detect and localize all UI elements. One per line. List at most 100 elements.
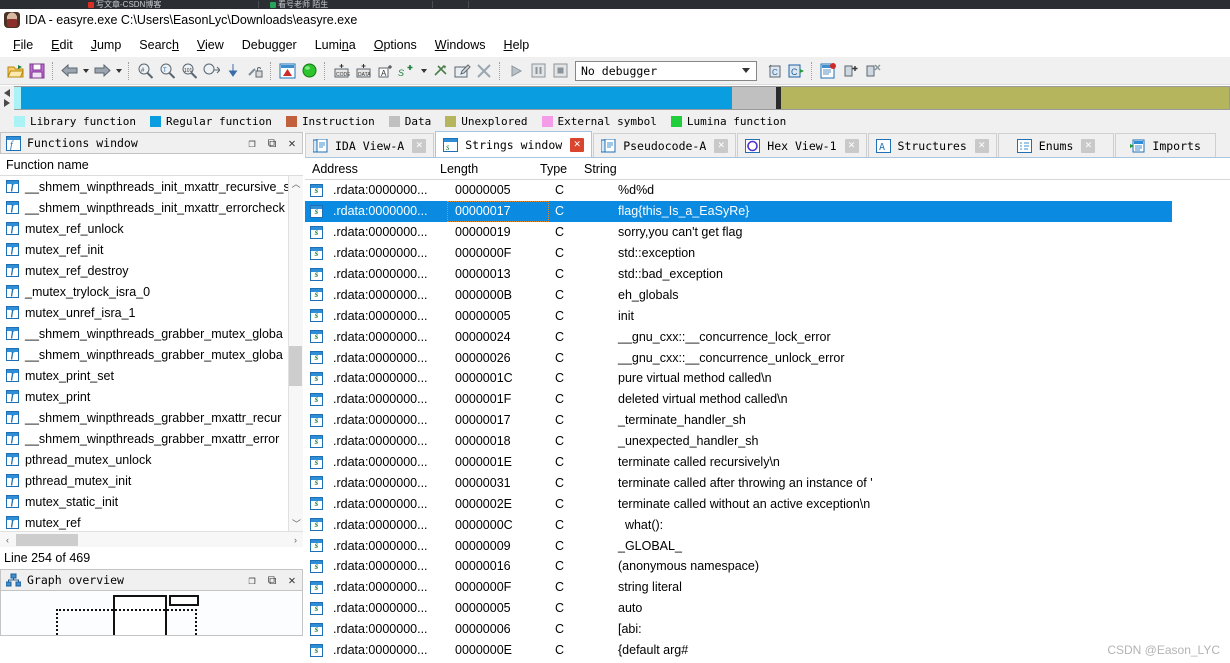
table-row[interactable]: s .rdata:0000000... 00000031 C terminate… [305, 472, 1230, 493]
tab-strings-window[interactable]: s Strings window ✕ [435, 131, 592, 157]
delete-function-icon[interactable] [473, 60, 495, 82]
menu-windows[interactable]: Windows [426, 35, 495, 55]
make-ascii-icon[interactable]: A [374, 60, 396, 82]
browser-tab[interactable]: 看号老师 陌生 [270, 0, 400, 9]
status-ok-icon[interactable] [298, 60, 320, 82]
functions-horizontal-scrollbar[interactable]: ‹ › [0, 531, 303, 547]
function-name-column-header[interactable]: Function name [0, 154, 303, 176]
restore-icon[interactable]: ⧉ [262, 571, 282, 589]
table-row[interactable]: s .rdata:0000000... 00000018 C _unexpect… [305, 431, 1230, 452]
table-row[interactable]: s .rdata:0000000... 00000006 C [abi: [305, 619, 1230, 640]
list-item[interactable]: fmutex_ref_unlock [0, 218, 303, 239]
list-item[interactable]: fmutex_print [0, 386, 303, 407]
list-item[interactable]: f__shmem_winpthreads_grabber_mutex_globa [0, 323, 303, 344]
close-icon[interactable]: ✕ [1081, 139, 1095, 153]
jump-down-icon[interactable] [222, 60, 244, 82]
save-file-icon[interactable] [26, 60, 48, 82]
list-item[interactable]: fmutex_print_set [0, 365, 303, 386]
list-item[interactable]: f__shmem_winpthreads_init_mxattr_recursi… [0, 176, 303, 197]
tab-pseudocode-a[interactable]: Pseudocode-A ✕ [593, 133, 736, 157]
column-header-address[interactable]: Address [305, 162, 433, 176]
edit-function-icon[interactable] [451, 60, 473, 82]
list-item[interactable]: fpthread_mutex_unlock [0, 449, 303, 470]
navband-scroll-arrows[interactable] [0, 86, 14, 110]
table-row[interactable]: s .rdata:0000000... 00000026 C __gnu_cxx… [305, 347, 1230, 368]
table-row[interactable]: s .rdata:0000000... 00000013 C std::bad_… [305, 264, 1230, 285]
scrollbar-thumb[interactable] [289, 346, 302, 386]
table-row[interactable]: s .rdata:0000000... 00000005 C auto [305, 598, 1230, 619]
menu-lumina[interactable]: Lumina [306, 35, 365, 55]
strings-table-body[interactable]: s .rdata:0000000... 00000005 C %d%d s .r… [305, 180, 1230, 663]
close-icon[interactable]: ✕ [975, 139, 989, 153]
tab-hex-view-1[interactable]: Hex View-1 ✕ [737, 133, 866, 157]
table-row[interactable]: s .rdata:0000000... 0000000C C what(): [305, 514, 1230, 535]
warnings-icon[interactable] [276, 60, 298, 82]
browser-tab[interactable]: 写文章-CSDN博客 [88, 0, 218, 9]
close-icon[interactable]: ✕ [714, 139, 728, 153]
table-row[interactable]: s .rdata:0000000... 0000002E C terminate… [305, 493, 1230, 514]
table-row[interactable]: s .rdata:0000000... 0000001F C deleted v… [305, 389, 1230, 410]
graph-viewport-rect[interactable] [56, 609, 197, 636]
list-item[interactable]: fmutex_unref_isra_1 [0, 302, 303, 323]
open-file-icon[interactable] [4, 60, 26, 82]
back-history-dropdown-icon[interactable] [80, 60, 91, 82]
close-icon[interactable]: ✕ [845, 139, 859, 153]
run-icon[interactable] [505, 60, 527, 82]
navband-right-arrow-icon[interactable] [4, 99, 10, 107]
table-row[interactable]: s .rdata:0000000... 0000000F C std::exce… [305, 243, 1230, 264]
list-item[interactable]: fmutex_static_init [0, 491, 303, 512]
menu-options[interactable]: Options [365, 35, 426, 55]
menu-debugger[interactable]: Debugger [233, 35, 306, 55]
column-header-string[interactable]: String [577, 162, 1230, 176]
graph-overview-canvas[interactable] [0, 591, 303, 636]
scroll-up-arrow-icon[interactable]: ︿ [289, 176, 303, 191]
debugger-select[interactable]: No debugger [575, 61, 757, 81]
search-hex-icon[interactable]: # [134, 60, 156, 82]
table-row[interactable]: s .rdata:0000000... 00000017 C flag{this… [305, 201, 1230, 222]
tab-ida-view-a[interactable]: IDA View-A ✕ [305, 133, 434, 157]
menu-help[interactable]: Help [495, 35, 539, 55]
table-row[interactable]: s .rdata:0000000... 0000000F C string li… [305, 577, 1230, 598]
list-item[interactable]: f__shmem_winpthreads_grabber_mxattr_recu… [0, 407, 303, 428]
navigation-band[interactable] [14, 86, 1230, 110]
column-header-length[interactable]: Length [433, 162, 533, 176]
scrollbar-thumb[interactable] [16, 534, 78, 546]
attach-process-icon[interactable]: C [785, 60, 807, 82]
add-breakpoint-icon[interactable] [839, 60, 861, 82]
list-item[interactable]: f__shmem_winpthreads_init_mxattr_errorch… [0, 197, 303, 218]
list-item[interactable]: fmutex_ref_init [0, 239, 303, 260]
column-header-type[interactable]: Type [533, 162, 577, 176]
undefine-icon[interactable] [429, 60, 451, 82]
table-row[interactable]: s .rdata:0000000... 00000005 C %d%d [305, 180, 1230, 201]
table-row[interactable]: s .rdata:0000000... 0000001C C pure virt… [305, 368, 1230, 389]
tab-structures[interactable]: A Structures ✕ [868, 133, 997, 157]
close-icon[interactable]: ✕ [570, 138, 584, 152]
scroll-right-arrow-icon[interactable]: › [288, 535, 303, 545]
make-struct-dropdown-icon[interactable] [418, 60, 429, 82]
menu-view[interactable]: View [188, 35, 233, 55]
search-next-icon[interactable] [200, 60, 222, 82]
table-row[interactable]: s .rdata:0000000... 0000001E C terminate… [305, 452, 1230, 473]
search-text-icon[interactable]: T [156, 60, 178, 82]
delete-breakpoint-icon[interactable] [861, 60, 883, 82]
navigate-back-icon[interactable] [58, 60, 80, 82]
maximize-icon[interactable]: ❐ [242, 134, 262, 152]
list-item[interactable]: fpthread_mutex_init [0, 470, 303, 491]
navigate-forward-icon[interactable] [91, 60, 113, 82]
tab-imports[interactable]: Imports [1115, 133, 1215, 157]
scroll-left-arrow-icon[interactable]: ‹ [0, 535, 15, 545]
close-icon[interactable]: ✕ [282, 134, 302, 152]
menu-file[interactable]: File [4, 35, 42, 55]
make-data-icon[interactable]: DATA [352, 60, 374, 82]
table-row[interactable]: s .rdata:0000000... 00000016 C (anonymou… [305, 556, 1230, 577]
unlock-icon[interactable] [244, 60, 266, 82]
list-item[interactable]: f__shmem_winpthreads_grabber_mutex_globa [0, 344, 303, 365]
tab-enums[interactable]: Enums ✕ [998, 133, 1115, 157]
functions-list[interactable]: f__shmem_winpthreads_init_mxattr_recursi… [0, 176, 303, 531]
close-icon[interactable]: ✕ [412, 139, 426, 153]
stop-icon[interactable] [549, 60, 571, 82]
functions-vertical-scrollbar[interactable]: ︿ ﹀ [288, 176, 303, 531]
table-row[interactable]: s .rdata:0000000... 00000005 C init [305, 305, 1230, 326]
navband-left-arrow-icon[interactable] [4, 89, 10, 97]
menu-jump[interactable]: Jump [82, 35, 131, 55]
